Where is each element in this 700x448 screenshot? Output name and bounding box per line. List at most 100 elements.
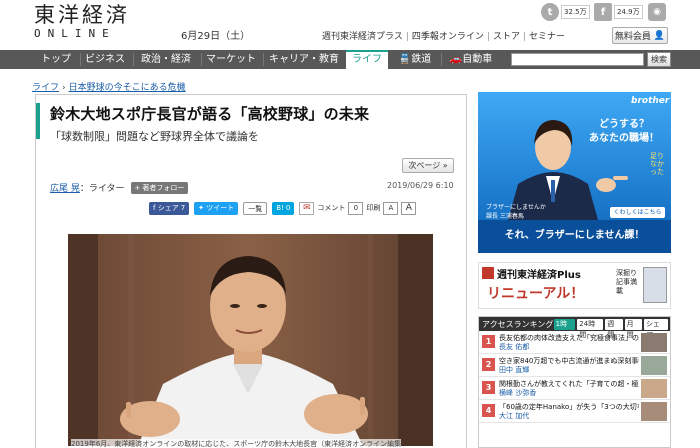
nav-item-auto[interactable]: 🚗自動車: [445, 50, 497, 69]
plus-side-text: 深掘り記事満載: [616, 269, 637, 295]
ranking-header: アクセスランキング 1時間 24時間 週間 月間 シェア: [479, 317, 670, 339]
rank-number: 4: [482, 404, 495, 417]
hatena-bookmark-button[interactable]: B! 0: [272, 201, 295, 215]
nav-divider: [441, 53, 442, 66]
nav-item-top[interactable]: トップ: [38, 50, 74, 69]
nav-item-business[interactable]: ビジネス: [84, 50, 126, 69]
ranking-thumbnail: [641, 356, 667, 375]
rank-number: 1: [482, 335, 495, 348]
link-toyokeizai-plus[interactable]: 週刊東洋経済プラス: [322, 32, 403, 42]
facebook-share-button[interactable]: f シェア 7: [149, 201, 190, 215]
photo-illustration: [68, 234, 433, 446]
site-logo[interactable]: 東洋経済 ONLINE: [34, 3, 130, 41]
phone-image: [643, 267, 667, 303]
ranking-item[interactable]: 2 空き家840万超でも中古流通が進まぬ深刻事情 田中 直輝: [479, 354, 670, 377]
ranking-item-title[interactable]: 長友佑都の肉体改造支えた「究極食事法」の秘密: [499, 334, 639, 343]
nav-item-career[interactable]: キャリア・教育: [267, 50, 341, 69]
brother-person: 課長 三浦春馬: [486, 213, 524, 220]
breadcrumb: ライフ › 日本野球の今そこにある危機: [32, 80, 186, 93]
nav-item-market[interactable]: マーケット: [205, 50, 257, 69]
font-size-large-button[interactable]: A: [401, 201, 417, 215]
main-nav: トップ ビジネス 政治・経済 マーケット キャリア・教育 ライフ 🚆鉄道 🚗自動…: [0, 50, 700, 69]
tab-monthly[interactable]: 月間: [624, 318, 642, 339]
article-photo: [68, 234, 433, 446]
brother-ad[interactable]: brother どうする？ あなたの職場！ ブラザーにしませんか 課長 三浦春馬…: [478, 92, 671, 253]
rss-link[interactable]: ◉: [648, 3, 666, 21]
nav-item-auto-label: 自動車: [462, 54, 493, 65]
mail-icon[interactable]: ✉: [299, 201, 315, 215]
twitter-icon: t: [541, 3, 559, 21]
brother-sub: ブラザーにしませんか: [486, 204, 546, 211]
logo-japanese: 東洋経済: [34, 3, 130, 27]
facebook-follow[interactable]: f 24.9万: [594, 3, 643, 21]
separator: |: [486, 32, 490, 42]
chevron-right-icon: ›: [62, 83, 66, 93]
font-size-small-button[interactable]: A: [383, 201, 399, 215]
site-header: 東洋経済 ONLINE 6月29日（土） t 32.5万 f 24.9万 ◉ 週…: [0, 0, 700, 50]
photo-caption: 2019年6月、東洋経済オンラインの取材に応じた、スポーツ庁の鈴木大地長官（東洋…: [71, 439, 402, 448]
breadcrumb-series[interactable]: 日本野球の今そこにある危機: [69, 83, 186, 93]
list-button[interactable]: 一覧: [243, 201, 268, 215]
brother-headline: どうする？ あなたの職場！: [582, 118, 666, 146]
brother-side-text: 足りなかった: [650, 152, 664, 176]
comment-count: 0: [348, 201, 364, 215]
author-follow-button[interactable]: + 著者フォロー: [130, 181, 189, 194]
free-member-button[interactable]: 無料会員 👤: [612, 27, 668, 44]
brother-tagline: それ、ブラザーにしません課！: [504, 230, 645, 241]
publish-date: 2019/06/29 6:10: [387, 181, 454, 190]
tweet-button[interactable]: ✦ ツイート: [194, 201, 239, 215]
rank-number: 3: [482, 381, 495, 394]
train-icon: 🚆: [398, 54, 412, 65]
nav-divider: [201, 53, 202, 66]
ranking-thumbnail: [641, 379, 667, 398]
nav-item-life[interactable]: ライフ: [346, 50, 388, 69]
nav-item-railway[interactable]: 🚆鉄道: [392, 50, 438, 69]
separator: |: [405, 32, 409, 42]
author-line: 広尾 晃 ：ライター + 著者フォロー: [50, 181, 189, 194]
nav-item-railway-label: 鉄道: [411, 54, 432, 65]
brother-logo: brother: [631, 96, 670, 106]
nav-item-politics[interactable]: 政治・経済: [137, 50, 195, 69]
plus-logo-icon: [482, 267, 494, 279]
title-accent-bar: [36, 103, 40, 139]
facebook-share-label: シェア: [157, 203, 179, 212]
plus-icon: +: [134, 183, 141, 192]
ranking-item[interactable]: 3 関根勤さんが教えてくれた「子育ての超・極意」 横峰 沙弥香: [479, 377, 670, 400]
link-shikiho[interactable]: 四季報オンライン: [412, 32, 484, 42]
rank-number: 2: [482, 358, 495, 371]
brother-detail-button[interactable]: くわしくはこちら: [610, 207, 665, 218]
ranking-item[interactable]: 1 長友佑都の肉体改造支えた「究極食事法」の秘密 長友 佑都: [479, 331, 670, 354]
tab-share[interactable]: シェア: [643, 318, 668, 339]
access-ranking: アクセスランキング 1時間 24時間 週間 月間 シェア 1 長友佑都の肉体改造…: [478, 316, 671, 448]
tab-24hours[interactable]: 24時間: [577, 318, 604, 339]
tab-weekly[interactable]: 週間: [605, 318, 623, 339]
search-button[interactable]: 検索: [647, 52, 671, 67]
nav-divider: [80, 53, 81, 66]
next-page-button[interactable]: 次ページ »: [402, 158, 454, 173]
breadcrumb-life[interactable]: ライフ: [32, 83, 59, 93]
ranking-item-title[interactable]: 「60歳の定年Hanako」が失う「3つの大切なもの」: [499, 403, 639, 412]
ranking-item-title[interactable]: 関根勤さんが教えてくれた「子育ての超・極意」: [499, 380, 639, 389]
logo-english: ONLINE: [34, 27, 116, 40]
plus-renewal: リニューアル！: [487, 286, 585, 302]
follow-label: 著者フォロー: [142, 183, 185, 192]
tweet-label: ツイート: [206, 203, 235, 212]
ranking-item-title[interactable]: 空き家840万超でも中古流通が進まぬ深刻事情: [499, 357, 639, 366]
toyokeizai-plus-ad[interactable]: 週刊東洋経済Plus リニューアル！ 深掘り記事満載: [478, 262, 671, 309]
link-store[interactable]: ストア: [493, 32, 520, 42]
user-icon: 👤: [653, 30, 666, 41]
author-name[interactable]: 広尾 晃: [50, 181, 80, 194]
article-panel: 鈴木大地スポ庁長官が語る「高校野球」の未来 「球数制限」問題など野球界全体で議論…: [35, 94, 467, 448]
search-input[interactable]: [511, 53, 644, 66]
print-label[interactable]: 印刷: [366, 203, 380, 213]
twitter-follow[interactable]: t 32.5万: [541, 3, 590, 21]
ranking-thumbnail: [641, 333, 667, 352]
ranking-item[interactable]: 4 「60歳の定年Hanako」が失う「3つの大切なもの」 大江 加代: [479, 400, 670, 423]
tab-1hour[interactable]: 1時間: [553, 318, 576, 339]
comment-label[interactable]: コメント: [317, 203, 345, 213]
nav-divider: [263, 53, 264, 66]
share-toolbar: f シェア 7 ✦ ツイート 一覧 B! 0 ✉ コメント 0 印刷 A A: [149, 201, 419, 215]
car-icon: 🚗: [449, 54, 463, 65]
hatena-count: 0: [285, 203, 291, 212]
link-seminar[interactable]: セミナー: [529, 32, 565, 42]
